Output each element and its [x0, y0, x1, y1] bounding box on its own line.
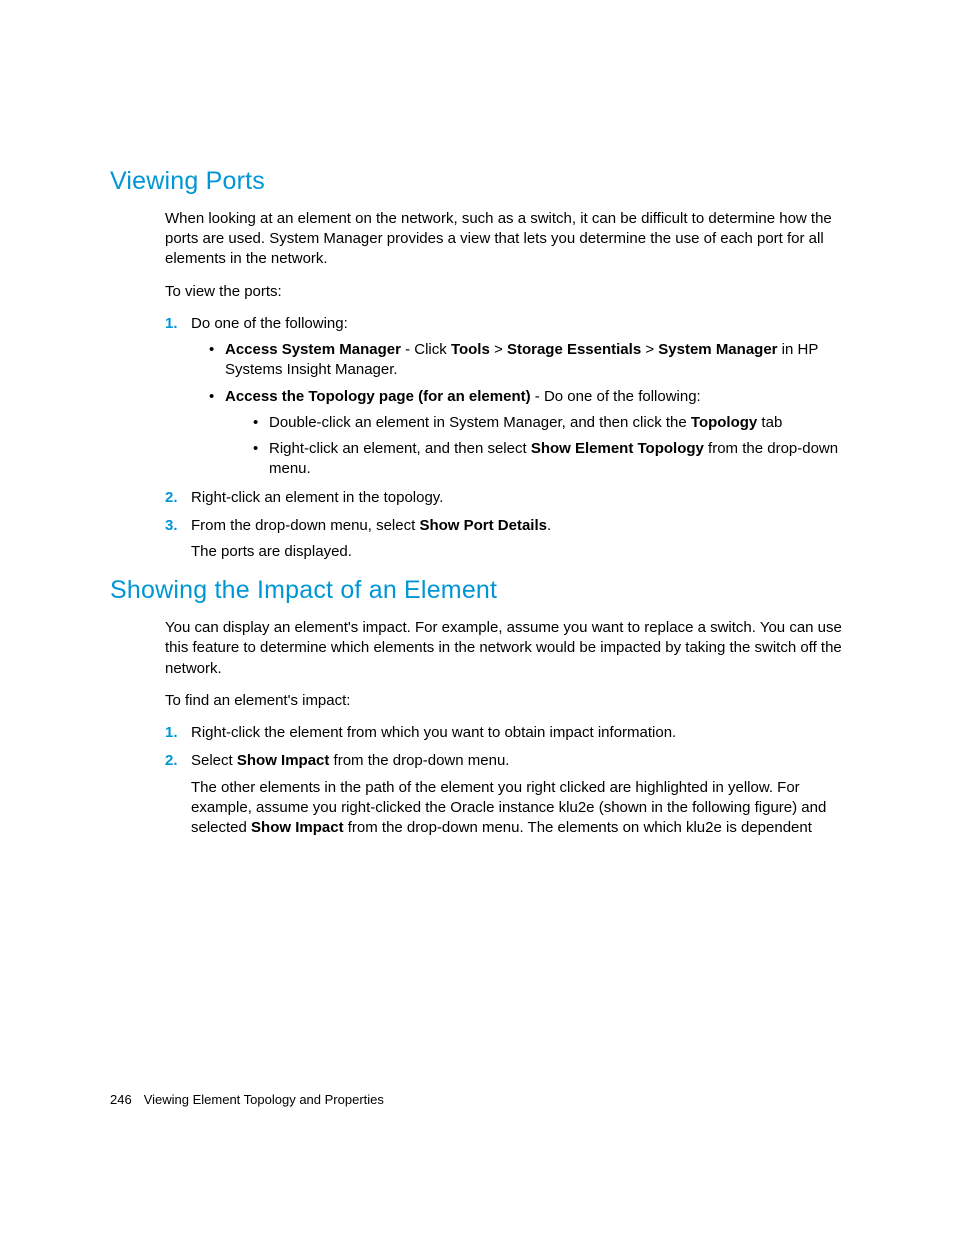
- heading-showing-impact: Showing the Impact of an Element: [110, 574, 864, 608]
- bold-text: System Manager: [658, 341, 777, 358]
- text: From the drop-down menu, select: [191, 517, 419, 534]
- page-number: 246: [110, 1092, 132, 1107]
- step-text: Right-click the element from which you w…: [191, 724, 676, 741]
- lead-paragraph: To view the ports:: [165, 282, 864, 302]
- bold-text: Storage Essentials: [507, 341, 641, 358]
- step-3: 3. From the drop-down menu, select Show …: [165, 516, 864, 563]
- bold-text: Topology: [691, 414, 757, 431]
- chapter-title: Viewing Element Topology and Properties: [144, 1092, 384, 1107]
- bold-text: Show Element Topology: [531, 440, 704, 457]
- bold-text: Show Impact: [237, 752, 330, 769]
- step-number: 1.: [165, 314, 178, 334]
- intro-paragraph: When looking at an element on the networ…: [165, 209, 864, 270]
- step-after-paragraph: The other elements in the path of the el…: [191, 778, 864, 839]
- step-after-text: The ports are displayed.: [191, 542, 864, 562]
- text: from the drop-down menu.: [329, 752, 509, 769]
- bullet-access-system-manager: Access System Manager - Click Tools > St…: [209, 340, 864, 381]
- step-1: 1. Do one of the following: Access Syste…: [165, 314, 864, 480]
- step-text: Do one of the following:: [191, 315, 348, 332]
- step-text: Right-click an element in the topology.: [191, 489, 443, 506]
- text: - Click: [401, 341, 451, 358]
- step-number: 3.: [165, 516, 178, 536]
- ordered-steps: 1. Right-click the element from which yo…: [165, 723, 864, 838]
- step-number: 1.: [165, 723, 178, 743]
- bullet-list: Access System Manager - Click Tools > St…: [191, 340, 864, 480]
- bold-text: Show Port Details: [419, 517, 547, 534]
- lead-paragraph: To find an element's impact:: [165, 691, 864, 711]
- inner-bullet-rightclick: Right-click an element, and then select …: [253, 439, 864, 480]
- text: Select: [191, 752, 237, 769]
- ordered-steps: 1. Do one of the following: Access Syste…: [165, 314, 864, 563]
- intro-paragraph: You can display an element's impact. For…: [165, 618, 864, 679]
- section-body-viewing-ports: When looking at an element on the networ…: [165, 209, 864, 563]
- step-2: 2. Select Show Impact from the drop-down…: [165, 751, 864, 838]
- step-2: 2. Right-click an element in the topolog…: [165, 488, 864, 508]
- bold-text: Access the Topology page (for an element…: [225, 388, 531, 405]
- inner-bullet-doubleclick: Double-click an element in System Manage…: [253, 413, 864, 433]
- step-number: 2.: [165, 751, 178, 771]
- text: >: [490, 341, 507, 358]
- text: Double-click an element in System Manage…: [269, 414, 691, 431]
- text: >: [641, 341, 658, 358]
- step-number: 2.: [165, 488, 178, 508]
- text: - Do one of the following:: [531, 388, 701, 405]
- bold-text: Tools: [451, 341, 490, 358]
- page-footer: 246 Viewing Element Topology and Properti…: [110, 1091, 384, 1109]
- bullet-access-topology: Access the Topology page (for an element…: [209, 387, 864, 480]
- document-page: Viewing Ports When looking at an element…: [0, 0, 954, 1235]
- step-1: 1. Right-click the element from which yo…: [165, 723, 864, 743]
- text: .: [547, 517, 551, 534]
- bold-text: Show Impact: [251, 819, 344, 836]
- section-body-showing-impact: You can display an element's impact. For…: [165, 618, 864, 838]
- text: tab: [757, 414, 782, 431]
- inner-bullet-list: Double-click an element in System Manage…: [225, 413, 864, 480]
- text: from the drop-down menu. The elements on…: [344, 819, 812, 836]
- text: Right-click an element, and then select: [269, 440, 531, 457]
- heading-viewing-ports: Viewing Ports: [110, 165, 864, 199]
- bold-text: Access System Manager: [225, 341, 401, 358]
